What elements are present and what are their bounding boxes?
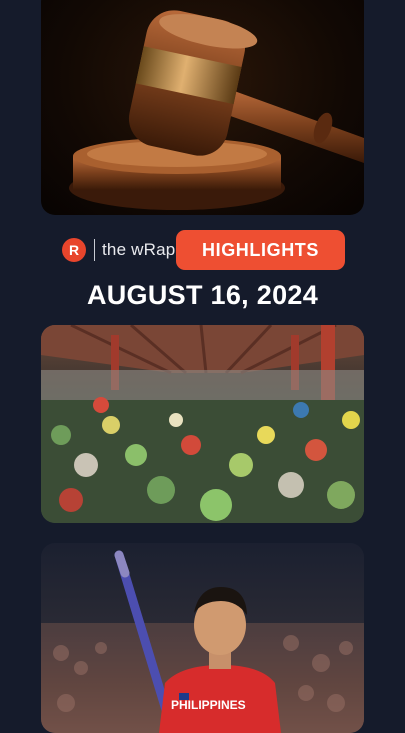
athlete-illustration: PHILIPPINES — [41, 550, 364, 733]
highlights-pill: HIGHLIGHTS — [176, 230, 345, 270]
athlete-image: PHILIPPINES — [41, 543, 364, 733]
brand-row: R the wRap — [62, 230, 175, 270]
gavel-image — [41, 0, 364, 215]
divider — [94, 239, 95, 261]
rappler-logo: R — [62, 238, 86, 262]
gavel-illustration — [69, 10, 364, 210]
market-illustration — [41, 325, 364, 523]
brand-name: the wRap — [102, 240, 176, 259]
page-date: AUGUST 16, 2024 — [86, 280, 319, 310]
market-image — [41, 325, 364, 523]
jersey-text: PHILIPPINES — [171, 698, 246, 712]
